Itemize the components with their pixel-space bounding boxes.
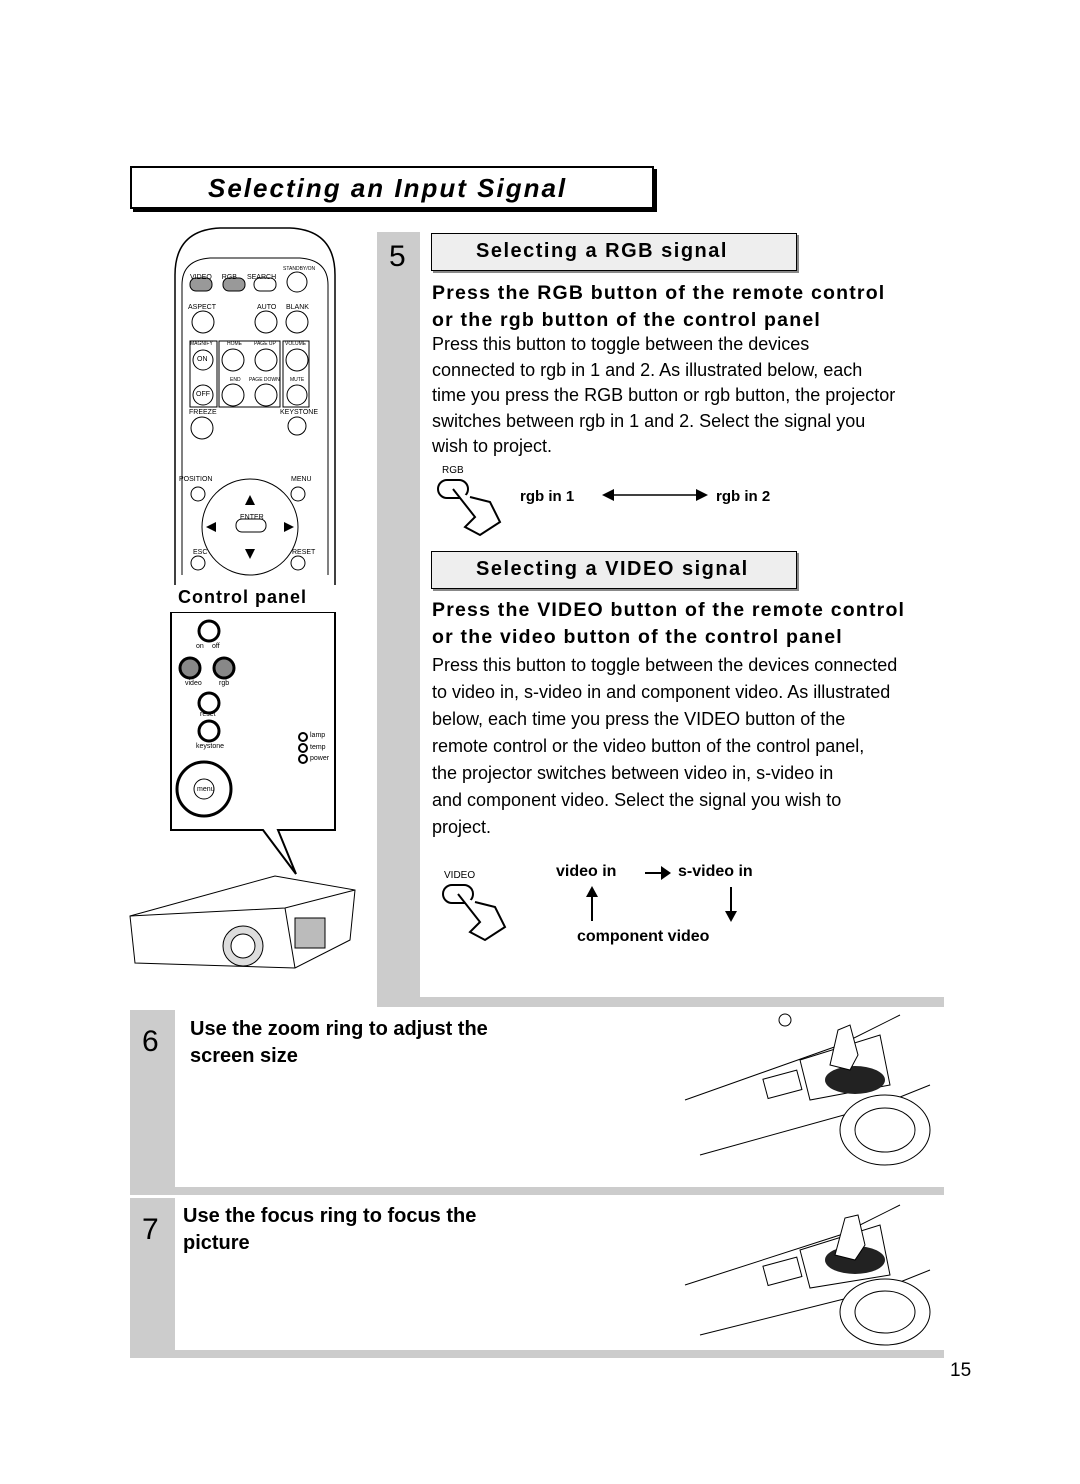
rgb-instruction: Press the RGB button of the remote contr… [432,282,886,331]
rgb-in-1: rgb in 1 [520,488,575,505]
step6-bottom-bar [130,1187,944,1195]
cp-label-power: power [310,755,330,762]
video-button-label: VIDEO [444,870,476,881]
projector-illustration [129,875,356,969]
cp-label-video: video [185,680,202,687]
remote-top-labels: VIDEO RGB SEARCH [190,274,276,281]
step6-text: Use the zoom ring to adjust the screen s… [190,1018,488,1067]
remote-label-menu: MENU [291,476,312,483]
cp-label-reset: reset [200,711,216,718]
remote-label-video: VIDEO [190,274,212,281]
remote-label-enter: ENTER [240,514,264,521]
remote-label-off: OFF [196,391,210,398]
step7-bottom-bar [130,1350,944,1358]
remote-label-page-up: PAGE UP [254,341,276,347]
focus-ring-illustration [684,1204,931,1346]
remote-label-magnify: MAGNIFY [190,341,213,347]
page-number: 15 [950,1360,972,1381]
remote-label-home: HOME [227,341,242,347]
rgb-button-label: RGB [442,465,464,476]
cp-label-rgb: rgb [219,680,230,687]
step6-number: 6 [142,1025,159,1058]
page-title-box: Selecting an Input Signal [130,166,654,209]
video-subheading: Selecting a VIDEO signal [431,551,797,589]
remote-label-page-down: PAGE DOWN [249,377,280,383]
remote-label-standby: STANDBY/ON [283,266,316,272]
arrow-down-icon [725,887,737,922]
arrow-right-icon [645,866,671,880]
remote-label-reset: RESET [292,549,316,556]
component-video: component video [577,928,710,945]
remote-label-auto: AUTO [257,304,277,311]
remote-label-keystone: KEYSTONE [280,409,318,416]
step5-band [377,232,420,1007]
remote-label-end: END [230,377,241,383]
cp-label-lamp: lamp [310,732,326,739]
page-title: Selecting an Input Signal [208,173,568,203]
rgb-subheading: Selecting a RGB signal [431,233,797,271]
hand-press-rgb-icon [437,479,502,537]
zoom-ring-illustration [684,1013,931,1166]
cp-label-keystone: keystone [196,743,225,750]
remote-label-esc: ESC [193,549,208,556]
cp-label-off: off [212,643,220,650]
step5-number: 5 [389,240,406,273]
cp-label-on: on [196,643,204,650]
remote-label-aspect: ASPECT [188,304,217,311]
s-video-in: s-video in [678,863,753,880]
step7-text: Use the focus ring to focus the picture [183,1205,477,1254]
video-in: video in [556,863,617,880]
arrow-up-icon [586,886,598,921]
remote-label-blank: BLANK [286,304,309,311]
video-instruction: Press the VIDEO button of the remote con… [432,599,906,648]
remote-label-rgb: RGB [221,274,237,281]
remote-label-search: SEARCH [246,274,277,281]
hand-press-video-icon [442,884,507,942]
rgb-in-2: rgb in 2 [716,488,771,505]
remote-label-freeze: FREEZE [189,409,217,416]
remote-label-mute: MUTE [290,377,305,383]
remote-label-position: POSITION [179,476,213,483]
step7-number: 7 [142,1213,159,1246]
remote-label-on: ON [197,356,208,363]
control-panel-heading: Control panel [178,587,307,607]
rgb-body: Press this button to toggle between the … [432,334,896,456]
cp-label-temp: temp [310,744,326,751]
remote-label-volume: VOLUME [285,341,307,347]
cp-label-menu: menu [197,786,215,793]
double-arrow-icon [602,489,708,501]
video-body: Press this button to toggle between the … [432,655,898,837]
